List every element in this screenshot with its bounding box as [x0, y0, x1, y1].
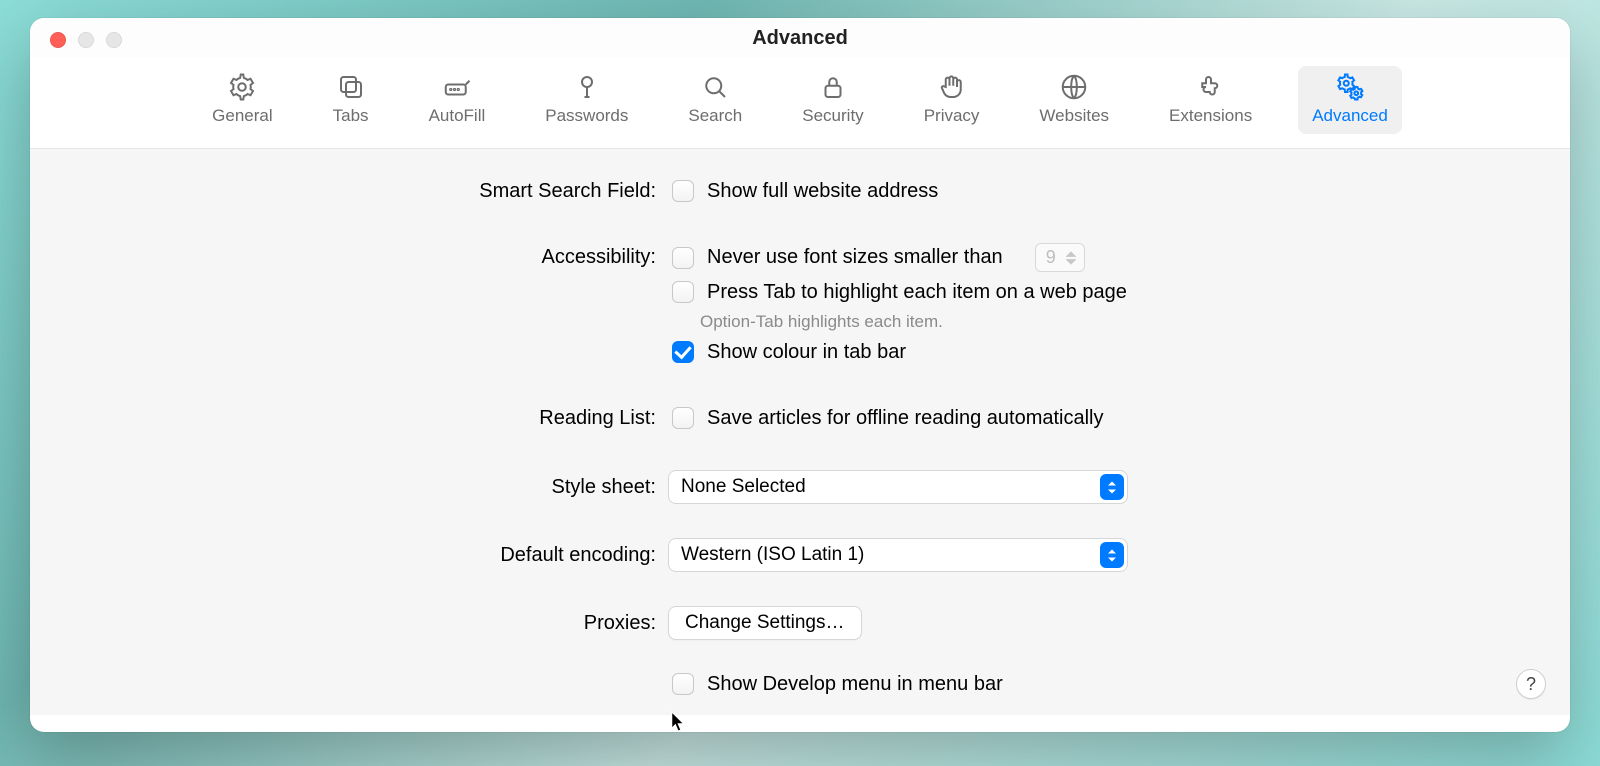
proxies-label: Proxies:	[70, 612, 668, 635]
min-font-checkbox[interactable]	[672, 247, 694, 269]
tab-label: Websites	[1039, 106, 1109, 126]
tab-search[interactable]: Search	[674, 66, 756, 134]
autofill-icon	[442, 72, 472, 102]
tab-label: Privacy	[924, 106, 980, 126]
magnifier-icon	[700, 72, 730, 102]
chevron-up-down-icon	[1100, 542, 1124, 568]
tab-label: Security	[802, 106, 863, 126]
advanced-pane: Smart Search Field: Show full website ad…	[30, 149, 1570, 715]
tab-passwords[interactable]: Passwords	[531, 66, 642, 134]
show-full-address-text: Show full website address	[707, 180, 938, 203]
tab-label: Advanced	[1312, 106, 1388, 126]
tab-privacy[interactable]: Privacy	[910, 66, 994, 134]
preferences-window: Advanced General Tabs AutoFill Passwords…	[30, 18, 1570, 732]
change-proxies-button[interactable]: Change Settings…	[668, 606, 862, 640]
window-title: Advanced	[752, 27, 848, 50]
stylesheet-select[interactable]: None Selected	[668, 470, 1128, 504]
puzzle-icon	[1196, 72, 1226, 102]
tab-label: Passwords	[545, 106, 628, 126]
help-button[interactable]: ?	[1516, 669, 1546, 699]
help-label: ?	[1526, 674, 1536, 695]
stylesheet-label: Style sheet:	[70, 476, 668, 499]
tab-label: Tabs	[333, 106, 369, 126]
tab-websites[interactable]: Websites	[1025, 66, 1123, 134]
show-develop-checkbox[interactable]	[672, 673, 694, 695]
default-encoding-select[interactable]: Western (ISO Latin 1)	[668, 538, 1128, 572]
default-encoding-value: Western (ISO Latin 1)	[681, 544, 864, 566]
show-colour-text: Show colour in tab bar	[707, 341, 906, 364]
globe-icon	[1059, 72, 1089, 102]
prefs-toolbar: General Tabs AutoFill Passwords Search S…	[30, 58, 1570, 149]
tab-label: General	[212, 106, 272, 126]
tab-advanced[interactable]: Advanced	[1298, 66, 1402, 134]
window-controls	[50, 32, 122, 48]
chevron-up-down-icon	[1062, 249, 1080, 267]
tab-label: AutoFill	[429, 106, 486, 126]
min-font-text: Never use font sizes smaller than	[707, 246, 1003, 269]
tabs-icon	[336, 72, 366, 102]
press-tab-checkbox[interactable]	[672, 281, 694, 303]
tab-security[interactable]: Security	[788, 66, 877, 134]
min-font-size-select[interactable]: 9	[1035, 243, 1085, 272]
show-colour-checkbox[interactable]	[672, 341, 694, 363]
tab-general[interactable]: General	[198, 66, 286, 134]
tab-tabs[interactable]: Tabs	[319, 66, 383, 134]
show-full-address-checkbox[interactable]	[672, 180, 694, 202]
tab-label: Extensions	[1169, 106, 1252, 126]
chevron-up-down-icon	[1100, 474, 1124, 500]
tab-label: Search	[688, 106, 742, 126]
tab-autofill[interactable]: AutoFill	[415, 66, 500, 134]
titlebar: Advanced	[30, 18, 1570, 58]
minimize-window-button[interactable]	[78, 32, 94, 48]
stylesheet-value: None Selected	[681, 476, 806, 498]
hand-icon	[937, 72, 967, 102]
min-font-value: 9	[1046, 247, 1056, 268]
option-tab-hint: Option-Tab highlights each item.	[700, 312, 943, 332]
key-icon	[572, 72, 602, 102]
save-offline-checkbox[interactable]	[672, 407, 694, 429]
smart-search-label: Smart Search Field:	[70, 180, 668, 203]
close-window-button[interactable]	[50, 32, 66, 48]
tab-extensions[interactable]: Extensions	[1155, 66, 1266, 134]
save-offline-text: Save articles for offline reading automa…	[707, 407, 1104, 430]
default-encoding-label: Default encoding:	[70, 544, 668, 567]
accessibility-label: Accessibility:	[70, 246, 668, 269]
gear-icon	[227, 72, 257, 102]
show-develop-text: Show Develop menu in menu bar	[707, 673, 1003, 696]
lock-icon	[818, 72, 848, 102]
gears-icon	[1335, 72, 1365, 102]
reading-list-label: Reading List:	[70, 407, 668, 430]
zoom-window-button[interactable]	[106, 32, 122, 48]
change-proxies-label: Change Settings…	[685, 612, 845, 634]
press-tab-text: Press Tab to highlight each item on a we…	[707, 281, 1127, 304]
